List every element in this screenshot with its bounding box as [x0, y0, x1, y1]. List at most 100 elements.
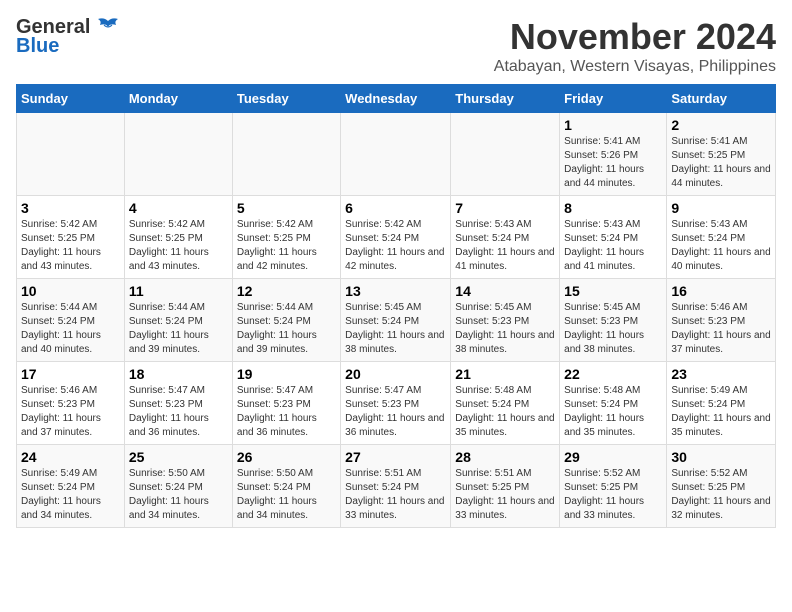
day-info: Sunrise: 5:42 AM Sunset: 5:25 PM Dayligh… [129, 218, 228, 274]
day-info: Sunrise: 5:44 AM Sunset: 5:24 PM Dayligh… [21, 301, 120, 357]
calendar-cell: 22 Sunrise: 5:48 AM Sunset: 5:24 PM Dayli… [560, 362, 667, 445]
month-title: November 2024 [494, 16, 776, 58]
calendar-cell [451, 113, 560, 196]
logo-bird-icon [94, 17, 122, 39]
calendar-week-row: 1 Sunrise: 5:41 AM Sunset: 5:26 PM Daylig… [17, 113, 776, 196]
day-number: 30 [671, 449, 771, 465]
day-info: Sunrise: 5:52 AM Sunset: 5:25 PM Dayligh… [564, 467, 662, 523]
calendar-cell: 12 Sunrise: 5:44 AM Sunset: 5:24 PM Dayli… [232, 279, 340, 362]
day-number: 6 [345, 200, 446, 216]
day-number: 20 [345, 366, 446, 382]
day-number: 5 [237, 200, 336, 216]
day-info: Sunrise: 5:42 AM Sunset: 5:25 PM Dayligh… [21, 218, 120, 274]
calendar-cell: 17 Sunrise: 5:46 AM Sunset: 5:23 PM Dayli… [17, 362, 125, 445]
day-info: Sunrise: 5:41 AM Sunset: 5:26 PM Dayligh… [564, 135, 662, 191]
logo: General Blue [16, 16, 122, 58]
day-info: Sunrise: 5:42 AM Sunset: 5:24 PM Dayligh… [345, 218, 446, 274]
page-header: General Blue November 2024 Atabayan, Wes… [16, 16, 776, 76]
day-info: Sunrise: 5:45 AM Sunset: 5:24 PM Dayligh… [345, 301, 446, 357]
day-number: 23 [671, 366, 771, 382]
day-number: 1 [564, 117, 662, 133]
day-number: 8 [564, 200, 662, 216]
day-info: Sunrise: 5:47 AM Sunset: 5:23 PM Dayligh… [345, 384, 446, 440]
weekday-header-monday: Monday [124, 85, 232, 113]
weekday-header-saturday: Saturday [667, 85, 776, 113]
day-number: 19 [237, 366, 336, 382]
calendar-cell [17, 113, 125, 196]
day-number: 13 [345, 283, 446, 299]
day-info: Sunrise: 5:47 AM Sunset: 5:23 PM Dayligh… [237, 384, 336, 440]
day-number: 26 [237, 449, 336, 465]
day-number: 25 [129, 449, 228, 465]
weekday-header-sunday: Sunday [17, 85, 125, 113]
day-info: Sunrise: 5:46 AM Sunset: 5:23 PM Dayligh… [671, 301, 771, 357]
day-info: Sunrise: 5:49 AM Sunset: 5:24 PM Dayligh… [671, 384, 771, 440]
day-number: 12 [237, 283, 336, 299]
day-info: Sunrise: 5:48 AM Sunset: 5:24 PM Dayligh… [455, 384, 555, 440]
calendar-cell: 16Sunrise: 5:46 AM Sunset: 5:23 PM Dayli… [667, 279, 776, 362]
calendar-week-row: 3 Sunrise: 5:42 AM Sunset: 5:25 PM Daylig… [17, 196, 776, 279]
day-number: 10 [21, 283, 120, 299]
day-number: 7 [455, 200, 555, 216]
day-info: Sunrise: 5:44 AM Sunset: 5:24 PM Dayligh… [237, 301, 336, 357]
day-number: 18 [129, 366, 228, 382]
day-number: 28 [455, 449, 555, 465]
calendar-table: SundayMondayTuesdayWednesdayThursdayFrid… [16, 84, 776, 528]
calendar-cell: 14 Sunrise: 5:45 AM Sunset: 5:23 PM Dayli… [451, 279, 560, 362]
day-info: Sunrise: 5:43 AM Sunset: 5:24 PM Dayligh… [455, 218, 555, 274]
day-info: Sunrise: 5:48 AM Sunset: 5:24 PM Dayligh… [564, 384, 662, 440]
calendar-week-row: 24 Sunrise: 5:49 AM Sunset: 5:24 PM Dayli… [17, 445, 776, 528]
calendar-cell: 7 Sunrise: 5:43 AM Sunset: 5:24 PM Daylig… [451, 196, 560, 279]
weekday-header-wednesday: Wednesday [341, 85, 451, 113]
day-info: Sunrise: 5:50 AM Sunset: 5:24 PM Dayligh… [129, 467, 228, 523]
calendar-cell: 5Sunrise: 5:42 AM Sunset: 5:25 PM Daylig… [232, 196, 340, 279]
weekday-header-friday: Friday [560, 85, 667, 113]
day-info: Sunrise: 5:41 AM Sunset: 5:25 PM Dayligh… [671, 135, 771, 191]
day-number: 3 [21, 200, 120, 216]
weekday-header-row: SundayMondayTuesdayWednesdayThursdayFrid… [17, 85, 776, 113]
calendar-cell: 29Sunrise: 5:52 AM Sunset: 5:25 PM Dayli… [560, 445, 667, 528]
day-info: Sunrise: 5:44 AM Sunset: 5:24 PM Dayligh… [129, 301, 228, 357]
calendar-cell: 19 Sunrise: 5:47 AM Sunset: 5:23 PM Dayli… [232, 362, 340, 445]
calendar-cell: 1 Sunrise: 5:41 AM Sunset: 5:26 PM Daylig… [560, 113, 667, 196]
calendar-cell: 24 Sunrise: 5:49 AM Sunset: 5:24 PM Dayli… [17, 445, 125, 528]
day-number: 2 [671, 117, 771, 133]
calendar-week-row: 17 Sunrise: 5:46 AM Sunset: 5:23 PM Dayli… [17, 362, 776, 445]
calendar-cell: 27 Sunrise: 5:51 AM Sunset: 5:24 PM Dayli… [341, 445, 451, 528]
day-number: 27 [345, 449, 446, 465]
day-info: Sunrise: 5:50 AM Sunset: 5:24 PM Dayligh… [237, 467, 336, 523]
day-info: Sunrise: 5:49 AM Sunset: 5:24 PM Dayligh… [21, 467, 120, 523]
day-info: Sunrise: 5:45 AM Sunset: 5:23 PM Dayligh… [455, 301, 555, 357]
calendar-cell [232, 113, 340, 196]
calendar-cell: 6 Sunrise: 5:42 AM Sunset: 5:24 PM Daylig… [341, 196, 451, 279]
calendar-cell: 3 Sunrise: 5:42 AM Sunset: 5:25 PM Daylig… [17, 196, 125, 279]
day-info: Sunrise: 5:45 AM Sunset: 5:23 PM Dayligh… [564, 301, 662, 357]
day-info: Sunrise: 5:43 AM Sunset: 5:24 PM Dayligh… [564, 218, 662, 274]
day-info: Sunrise: 5:43 AM Sunset: 5:24 PM Dayligh… [671, 218, 771, 274]
day-info: Sunrise: 5:52 AM Sunset: 5:25 PM Dayligh… [671, 467, 771, 523]
day-info: Sunrise: 5:51 AM Sunset: 5:25 PM Dayligh… [455, 467, 555, 523]
day-number: 14 [455, 283, 555, 299]
calendar-cell: 11Sunrise: 5:44 AM Sunset: 5:24 PM Dayli… [124, 279, 232, 362]
day-number: 9 [671, 200, 771, 216]
calendar-cell: 21 Sunrise: 5:48 AM Sunset: 5:24 PM Dayli… [451, 362, 560, 445]
day-number: 4 [129, 200, 228, 216]
calendar-cell: 2 Sunrise: 5:41 AM Sunset: 5:25 PM Daylig… [667, 113, 776, 196]
calendar-cell: 15Sunrise: 5:45 AM Sunset: 5:23 PM Dayli… [560, 279, 667, 362]
calendar-cell: 23 Sunrise: 5:49 AM Sunset: 5:24 PM Dayli… [667, 362, 776, 445]
logo-blue-text: Blue [16, 35, 59, 58]
day-info: Sunrise: 5:51 AM Sunset: 5:24 PM Dayligh… [345, 467, 446, 523]
calendar-cell: 28 Sunrise: 5:51 AM Sunset: 5:25 PM Dayli… [451, 445, 560, 528]
calendar-cell: 18Sunrise: 5:47 AM Sunset: 5:23 PM Dayli… [124, 362, 232, 445]
weekday-header-thursday: Thursday [451, 85, 560, 113]
calendar-cell: 9 Sunrise: 5:43 AM Sunset: 5:24 PM Daylig… [667, 196, 776, 279]
calendar-cell: 4 Sunrise: 5:42 AM Sunset: 5:25 PM Daylig… [124, 196, 232, 279]
day-number: 17 [21, 366, 120, 382]
calendar-cell: 13 Sunrise: 5:45 AM Sunset: 5:24 PM Dayli… [341, 279, 451, 362]
day-number: 21 [455, 366, 555, 382]
day-number: 22 [564, 366, 662, 382]
weekday-header-tuesday: Tuesday [232, 85, 340, 113]
day-info: Sunrise: 5:46 AM Sunset: 5:23 PM Dayligh… [21, 384, 120, 440]
title-area: November 2024 Atabayan, Western Visayas,… [494, 16, 776, 76]
day-number: 24 [21, 449, 120, 465]
